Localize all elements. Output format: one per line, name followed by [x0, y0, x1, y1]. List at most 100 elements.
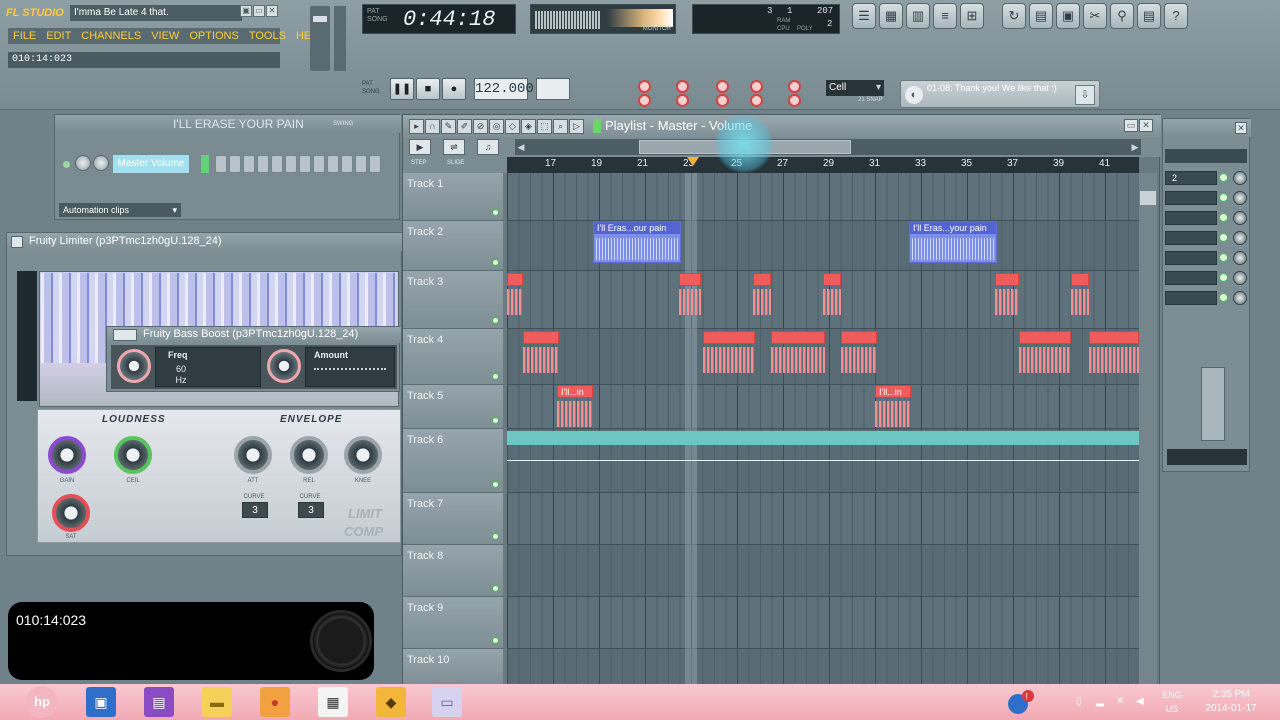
- mixer-fader[interactable]: [1201, 367, 1225, 441]
- playlist-grid[interactable]: I'll Eras...our pain I'll Eras...your pa…: [507, 173, 1139, 687]
- jog-wheel[interactable]: [310, 610, 372, 672]
- amount-knob[interactable]: [267, 349, 301, 383]
- mixer-slot[interactable]: [1165, 291, 1217, 305]
- timeline-ruler[interactable]: 17 19 21 23 25 27 29 31 33 35 37 39 41: [507, 157, 1139, 173]
- step-button[interactable]: [271, 155, 283, 173]
- channel-filter-dropdown[interactable]: Automation clips ▾: [59, 203, 181, 217]
- start-button[interactable]: hp: [26, 686, 58, 718]
- pat-song-label[interactable]: PAT SONG: [362, 80, 386, 102]
- desktop-icon[interactable]: ▣: [86, 687, 116, 717]
- record-option-6[interactable]: [638, 94, 651, 107]
- fl-studio-icon[interactable]: ◆: [376, 687, 406, 717]
- note-icon[interactable]: ♫: [477, 139, 499, 155]
- track-mute-led[interactable]: [492, 209, 499, 216]
- firefox-icon[interactable]: ●: [260, 687, 290, 717]
- track-header-6[interactable]: Track 6: [403, 429, 503, 493]
- minimize-icon[interactable]: ▭: [253, 5, 265, 17]
- audio-clip[interactable]: [1089, 331, 1139, 377]
- freq-knob[interactable]: [117, 349, 151, 383]
- audio-clip[interactable]: I'll Eras...your pain: [909, 221, 997, 263]
- piano-roll-icon[interactable]: ▥: [906, 3, 930, 29]
- knee-knob[interactable]: [344, 436, 382, 474]
- track-mute-led[interactable]: [492, 637, 499, 644]
- track-header-2[interactable]: Track 2: [403, 221, 503, 271]
- menu-icon[interactable]: ▸: [409, 119, 424, 134]
- channel-pan-knob[interactable]: [75, 155, 91, 171]
- action-center-icon[interactable]: !: [1006, 688, 1034, 716]
- track-mute-led[interactable]: [492, 533, 499, 540]
- record-option-1[interactable]: [638, 80, 651, 93]
- gain-knob[interactable]: [48, 436, 86, 474]
- slot-enable-led[interactable]: [1219, 273, 1228, 282]
- pause-button[interactable]: ❚❚: [390, 78, 414, 100]
- menu-tools[interactable]: TOOLS: [244, 28, 291, 44]
- step-slide-toggle[interactable]: STEP SLIDE: [403, 157, 507, 173]
- browser-icon[interactable]: ≡: [933, 3, 957, 29]
- channel-led[interactable]: [63, 161, 70, 168]
- step-button[interactable]: [341, 155, 353, 173]
- audio-clip[interactable]: I'll...in: [875, 385, 911, 427]
- song-position-marker[interactable]: [687, 157, 699, 166]
- playback-icon[interactable]: ▷: [569, 119, 584, 134]
- vertical-scrollbar[interactable]: [1139, 173, 1157, 687]
- limit-mode-button[interactable]: LIMIT: [348, 506, 382, 521]
- track-mute-led[interactable]: [492, 585, 499, 592]
- slip-icon[interactable]: ◇: [505, 119, 520, 134]
- audio-clip[interactable]: [995, 273, 1019, 319]
- att-curve-value[interactable]: 3: [242, 502, 268, 518]
- mixer-slot[interactable]: 2: [1165, 171, 1217, 185]
- master-volume-slider[interactable]: [310, 6, 330, 71]
- slot-enable-led[interactable]: [1219, 213, 1228, 222]
- audio-clip[interactable]: [507, 273, 523, 319]
- magnet-icon[interactable]: ∩: [425, 119, 440, 134]
- app-icon[interactable]: ▦: [318, 687, 348, 717]
- playlist-icon[interactable]: ☰: [852, 3, 876, 29]
- audio-clip[interactable]: I'll...in: [557, 385, 593, 427]
- master-pitch-slider[interactable]: [334, 6, 346, 71]
- audio-clip[interactable]: [823, 273, 841, 319]
- refresh-icon[interactable]: ↻: [1002, 3, 1026, 29]
- track-header-7[interactable]: Track 7: [403, 493, 503, 545]
- clock[interactable]: 2:35 PM 2014-01-17: [1192, 688, 1270, 716]
- step-button[interactable]: [369, 155, 381, 173]
- step-button[interactable]: [215, 155, 227, 173]
- folder-icon[interactable]: ▬: [202, 687, 232, 717]
- mixer-slot[interactable]: [1165, 251, 1217, 265]
- mixer-icon[interactable]: ⊞: [960, 3, 984, 29]
- track-header-1[interactable]: Track 1: [403, 173, 503, 221]
- mute-icon[interactable]: ◎: [489, 119, 504, 134]
- slot-mix-knob[interactable]: [1233, 211, 1247, 225]
- track-header-8[interactable]: Track 8: [403, 545, 503, 597]
- media-icon[interactable]: ▤: [144, 687, 174, 717]
- att-knob[interactable]: [234, 436, 272, 474]
- close-icon[interactable]: ✕: [1235, 122, 1247, 134]
- battery-icon[interactable]: ▯: [1076, 696, 1088, 710]
- link-icon[interactable]: ⇌: [443, 139, 465, 155]
- slot-mix-knob[interactable]: [1233, 291, 1247, 305]
- track-mute-led[interactable]: [492, 417, 499, 424]
- step-button[interactable]: [313, 155, 325, 173]
- notes-icon[interactable]: ▤: [1137, 3, 1161, 29]
- download-icon[interactable]: ⇩: [1075, 85, 1095, 105]
- language-indicator[interactable]: ENG US: [1160, 688, 1184, 716]
- record-option-3[interactable]: [716, 80, 729, 93]
- step-button[interactable]: [229, 155, 241, 173]
- audio-clip[interactable]: [679, 273, 701, 319]
- track-header-4[interactable]: Track 4: [403, 329, 503, 385]
- audio-clip[interactable]: [841, 331, 877, 377]
- step-sequencer-icon[interactable]: ▦: [879, 3, 903, 29]
- audio-clip[interactable]: [771, 331, 825, 377]
- mixer-slot[interactable]: [1165, 231, 1217, 245]
- slot-enable-led[interactable]: [1219, 173, 1228, 182]
- scroll-left-icon[interactable]: ◀: [515, 140, 527, 154]
- tools-icon[interactable]: ✂: [1083, 3, 1107, 29]
- audio-clip[interactable]: [753, 273, 771, 319]
- slot-enable-led[interactable]: [1219, 193, 1228, 202]
- record-option-10[interactable]: [788, 94, 801, 107]
- step-button[interactable]: [285, 155, 297, 173]
- sequencer-mini-tools[interactable]: [59, 118, 159, 130]
- automation-curve[interactable]: [507, 460, 1139, 461]
- pattern-select-icon[interactable]: ▶: [409, 139, 431, 155]
- channel-volume-knob[interactable]: [93, 155, 109, 171]
- plugin-options-icon[interactable]: [11, 236, 23, 248]
